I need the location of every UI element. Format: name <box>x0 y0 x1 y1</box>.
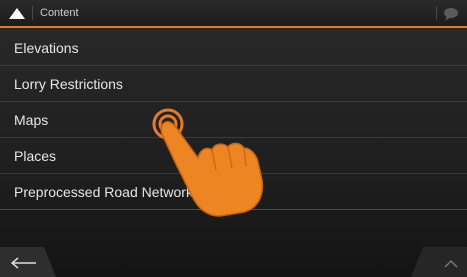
list-item-label: Elevations <box>14 40 79 56</box>
tap-hand-icon <box>152 108 264 217</box>
back-button[interactable] <box>0 247 60 277</box>
app-screen: Content Elevations Lorry Restrictions Ma… <box>0 0 467 277</box>
list-item-label: Maps <box>14 112 49 128</box>
speech-bubble-icon <box>444 8 458 21</box>
scroll-up-button[interactable] <box>407 247 467 277</box>
list-item-elevations[interactable]: Elevations <box>0 30 467 66</box>
footer-bar <box>0 247 467 277</box>
list-item-lorry-restrictions[interactable]: Lorry Restrictions <box>0 66 467 102</box>
header-divider <box>32 6 33 20</box>
list-item-label: Lorry Restrictions <box>14 76 123 92</box>
page-title: Content <box>40 7 79 19</box>
triangle-up-icon <box>9 8 25 19</box>
header-divider-right <box>436 6 437 20</box>
menu-button[interactable] <box>6 4 28 22</box>
chevron-up-icon <box>411 247 467 277</box>
chat-button[interactable] <box>441 5 461 23</box>
list-item-label: Places <box>14 148 57 164</box>
arrow-left-icon <box>0 247 56 277</box>
header-bar: Content <box>0 0 467 28</box>
